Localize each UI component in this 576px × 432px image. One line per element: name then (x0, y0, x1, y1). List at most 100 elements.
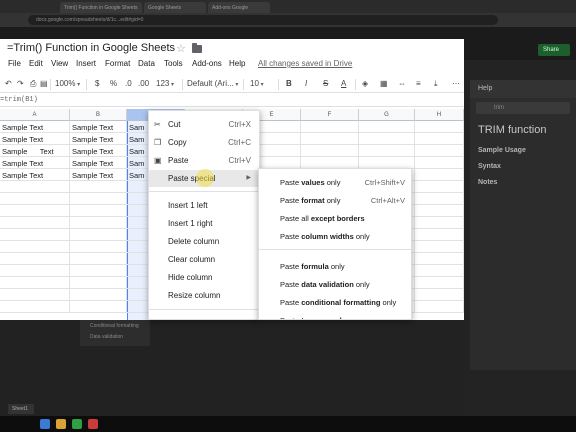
grid-cell[interactable] (359, 145, 415, 157)
paste-special-item[interactable]: Paste format only Ctrl+Alt+V (259, 192, 411, 210)
grid-cell[interactable] (0, 289, 70, 301)
grid-cell[interactable] (70, 205, 127, 217)
menu-view[interactable]: View (51, 59, 68, 68)
star-icon[interactable]: ☆ (176, 42, 186, 55)
font-size-select[interactable]: 10 (250, 79, 264, 88)
grid-cell[interactable] (301, 133, 359, 145)
grid-cell[interactable] (301, 145, 359, 157)
taskbar-app-icon[interactable] (40, 419, 50, 429)
menu-item-conditional-formatting[interactable]: Conditional formatting (90, 321, 140, 332)
grid-cell[interactable] (70, 253, 127, 265)
grid-cell[interactable] (415, 301, 464, 313)
menu-item-insert-right[interactable]: Insert 1 right (149, 215, 259, 232)
menu-format[interactable]: Format (105, 59, 130, 68)
grid-cell[interactable] (415, 265, 464, 277)
grid-cell[interactable] (0, 265, 70, 277)
grid-cell[interactable] (70, 193, 127, 205)
fill-color-icon[interactable]: ◈ (362, 79, 368, 88)
grid-cell[interactable]: Sample Text (70, 169, 127, 181)
borders-icon[interactable]: ▦ (380, 79, 388, 88)
more-formats-select[interactable]: 123 (156, 79, 174, 88)
share-button[interactable]: Share (538, 44, 570, 56)
grid-cell[interactable] (301, 121, 359, 133)
menu-item-data-validation[interactable]: Data validation (90, 332, 140, 343)
grid-cell[interactable]: Sample Text (70, 133, 127, 145)
folder-icon[interactable] (192, 43, 202, 53)
italic-button[interactable]: I (305, 79, 307, 88)
currency-button[interactable]: $ (95, 79, 99, 88)
redo-icon[interactable]: ↷ (17, 79, 24, 88)
grid-cell[interactable] (70, 181, 127, 193)
grid-cell[interactable] (0, 301, 70, 313)
menu-edit[interactable]: Edit (29, 59, 43, 68)
column-header-f[interactable]: F (301, 109, 359, 121)
paste-special-item[interactable]: Paste formula only (259, 258, 411, 276)
grid-cell[interactable] (415, 169, 464, 181)
grid-cell[interactable] (415, 253, 464, 265)
grid-cell[interactable] (415, 121, 464, 133)
increase-decimal-button[interactable]: .00 (138, 79, 149, 88)
menu-item-hide-column[interactable]: Hide column (149, 269, 259, 286)
grid-cell[interactable] (0, 181, 70, 193)
grid-cell[interactable] (415, 205, 464, 217)
bold-button[interactable]: B (286, 79, 292, 88)
grid-cell[interactable] (70, 277, 127, 289)
grid-cell[interactable]: Sample Text (0, 169, 70, 181)
grid-cell[interactable] (415, 277, 464, 289)
grid-cell[interactable] (0, 217, 70, 229)
valign-icon[interactable]: ⤓ (434, 79, 438, 89)
paste-special-item[interactable]: Paste data validation only (259, 276, 411, 294)
strikethrough-button[interactable]: S (323, 79, 328, 88)
merge-cells-icon[interactable]: ⇔ (398, 79, 406, 88)
grid-cell[interactable] (415, 217, 464, 229)
grid-cell[interactable] (415, 157, 464, 169)
menu-item-copy[interactable]: ❐ Copy Ctrl+C (149, 134, 259, 151)
grid-cell[interactable] (415, 241, 464, 253)
paste-special-item[interactable]: Paste values only Ctrl+Shift+V (259, 174, 411, 192)
grid-cell[interactable]: Sample Text (70, 121, 127, 133)
grid-cell[interactable] (0, 193, 70, 205)
menu-insert[interactable]: Insert (76, 59, 96, 68)
decrease-decimal-button[interactable]: .0 (125, 79, 132, 88)
formula-bar[interactable]: =trim(B1) (0, 95, 464, 107)
grid-cell[interactable] (359, 121, 415, 133)
grid-cell[interactable]: Sample Text (0, 157, 70, 169)
grid-cell[interactable] (415, 193, 464, 205)
paste-special-item[interactable]: Paste conditional formatting only (259, 294, 411, 312)
grid-cell[interactable] (415, 133, 464, 145)
grid-cell[interactable]: Sample Text (0, 121, 70, 133)
grid-cell[interactable] (70, 289, 127, 301)
grid-cell[interactable] (70, 229, 127, 241)
paste-special-item[interactable]: Paste transposed (259, 312, 411, 319)
grid-cell[interactable] (70, 301, 127, 313)
text-color-button[interactable]: A (341, 79, 346, 88)
column-header-a[interactable]: A (0, 109, 70, 121)
column-header-b[interactable]: B (70, 109, 127, 121)
menu-item-insert-left[interactable]: Insert 1 left (149, 197, 259, 214)
font-select[interactable]: Default (Ari... (187, 79, 238, 88)
grid-cell[interactable] (415, 229, 464, 241)
grid-cell[interactable] (0, 277, 70, 289)
menu-item-delete-column[interactable]: Delete column (149, 233, 259, 250)
grid-cell[interactable]: Sample Text (0, 133, 70, 145)
undo-icon[interactable]: ↶ (5, 79, 12, 88)
menu-item-clear-column[interactable]: Clear column (149, 251, 259, 268)
menu-item-cut[interactable]: ✂ Cut Ctrl+X (149, 116, 259, 133)
browser-tab[interactable]: Trim() Function in Google Sheets (60, 2, 142, 13)
sheet-tab[interactable]: Sheet1 (8, 404, 34, 414)
menu-help[interactable]: Help (229, 59, 245, 68)
grid-cell[interactable]: Sample Text (70, 145, 127, 157)
grid-cell[interactable]: Sample Text (70, 157, 127, 169)
grid-cell[interactable] (415, 145, 464, 157)
percent-button[interactable]: % (110, 79, 117, 88)
paste-special-item[interactable]: Paste all except borders (259, 210, 411, 228)
grid-cell[interactable] (0, 229, 70, 241)
menu-addons[interactable]: Add-ons (192, 59, 222, 68)
column-header-g[interactable]: G (359, 109, 415, 121)
grid-cell[interactable] (415, 181, 464, 193)
browser-tab[interactable]: Google Sheets (144, 2, 206, 13)
align-icon[interactable]: ≡ (416, 79, 421, 88)
taskbar-record-icon[interactable] (88, 419, 98, 429)
menu-item-paste[interactable]: ▣ Paste Ctrl+V (149, 152, 259, 169)
menu-data[interactable]: Data (138, 59, 155, 68)
